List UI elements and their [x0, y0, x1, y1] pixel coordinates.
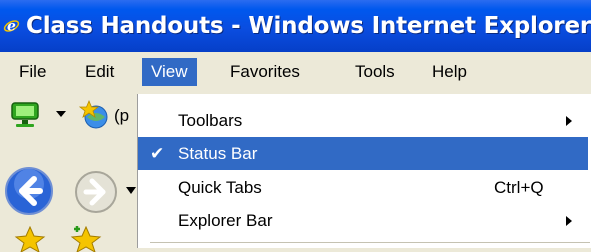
shortcut-label: Ctrl+Q	[494, 178, 544, 197]
green-monitor-icon[interactable]	[10, 101, 40, 129]
menu-edit[interactable]: Edit	[76, 58, 123, 86]
add-favorites-icon[interactable]	[70, 226, 102, 252]
menu-file[interactable]: File	[10, 58, 55, 86]
menu-help[interactable]: Help	[423, 58, 476, 86]
menu-item-toolbars[interactable]: Toolbars	[138, 104, 588, 137]
submenu-arrow-icon	[566, 216, 572, 226]
menu-item-quick-tabs[interactable]: Quick Tabs Ctrl+Q	[138, 171, 588, 204]
menu-favorites[interactable]: Favorites	[221, 58, 309, 86]
favorites-row	[0, 214, 140, 252]
dropdown-arrow-icon[interactable]	[56, 111, 66, 117]
menu-view[interactable]: View	[142, 58, 197, 86]
checkmark-icon: ✔	[150, 144, 165, 163]
back-button-icon[interactable]	[4, 166, 54, 216]
toolbar-row: (p	[0, 94, 140, 140]
toolbar-partial-label: (p	[114, 106, 130, 125]
window-title: Class Handouts - Windows Internet Explor…	[26, 13, 591, 39]
globe-star-icon[interactable]	[78, 99, 110, 131]
submenu-arrow-icon	[566, 116, 572, 126]
history-dropdown-icon[interactable]	[126, 187, 136, 194]
title-bar: e Class Handouts - Windows Internet Expl…	[0, 0, 591, 52]
internet-explorer-icon: e	[3, 19, 20, 35]
menu-separator	[150, 242, 590, 243]
menu-item-status-bar[interactable]: ✔ Status Bar	[138, 137, 588, 170]
navigation-row	[0, 150, 140, 215]
svg-text:e: e	[7, 19, 16, 35]
forward-button-icon[interactable]	[74, 170, 118, 214]
menu-item-explorer-bar[interactable]: Explorer Bar	[138, 204, 588, 237]
menu-bar: File Edit View Favorites Tools Help	[0, 52, 591, 94]
favorites-star-icon[interactable]	[14, 226, 46, 252]
menu-tools[interactable]: Tools	[346, 58, 404, 86]
view-menu-dropdown: Toolbars ✔ Status Bar Quick Tabs Ctrl+Q …	[137, 94, 591, 248]
